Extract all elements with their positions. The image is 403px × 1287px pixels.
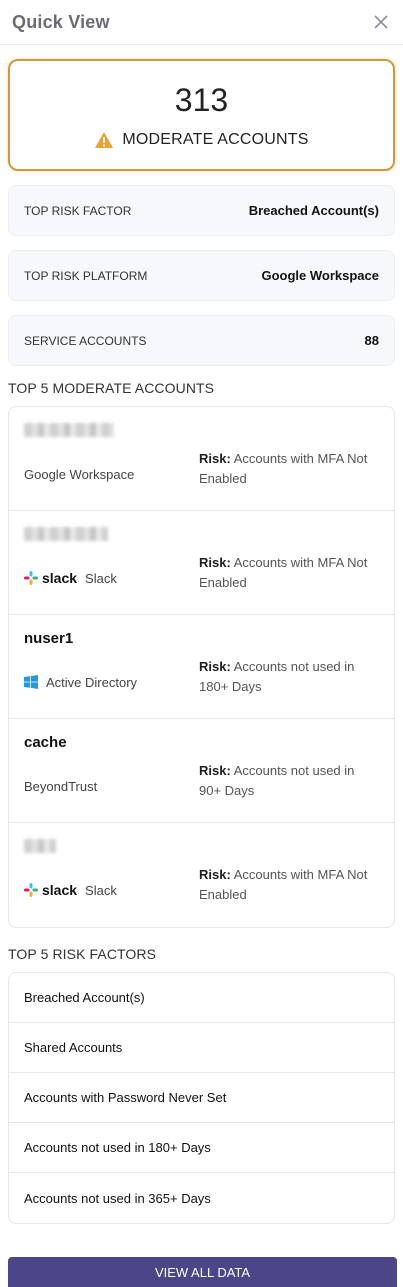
stat-value: Google Workspace xyxy=(261,268,379,283)
account-name: cache xyxy=(24,733,67,751)
list-item[interactable]: slack Slack Risk: Accounts with MFA Not … xyxy=(9,511,394,615)
slack-icon xyxy=(24,571,38,585)
top-factors-title: TOP 5 RISK FACTORS xyxy=(8,946,157,962)
slack-logo: slack xyxy=(24,570,77,586)
list-item[interactable]: Accounts with Password Never Set xyxy=(9,1073,394,1123)
top-accounts-title: TOP 5 MODERATE ACCOUNTS xyxy=(8,380,215,396)
view-all-data-button[interactable]: VIEW ALL DATA xyxy=(8,1257,397,1287)
list-item[interactable]: Shared Accounts xyxy=(9,1023,394,1073)
slack-icon xyxy=(24,883,38,897)
summary-card: 313 MODERATE ACCOUNTS xyxy=(8,59,395,171)
platform: slack Slack xyxy=(24,553,199,593)
stat-value: Breached Account(s) xyxy=(248,203,379,218)
platform: Active Directory xyxy=(24,657,199,697)
panel-title: Quick View xyxy=(12,11,110,32)
summary-label: MODERATE ACCOUNTS xyxy=(122,130,309,148)
list-item[interactable]: Accounts not used in 180+ Days xyxy=(9,1123,394,1173)
list-item[interactable]: slack Slack Risk: Accounts with MFA Not … xyxy=(9,823,394,927)
close-button[interactable] xyxy=(371,12,391,32)
slack-logo: slack xyxy=(24,882,77,898)
platform: BeyondTrust xyxy=(24,761,199,801)
slack-wordmark: slack xyxy=(42,882,78,898)
top-factors-list: Breached Account(s) Shared Accounts Acco… xyxy=(8,972,395,1224)
redacted-name xyxy=(24,527,108,541)
risk-text: Risk: Accounts not used in 90+ Days xyxy=(199,761,379,801)
list-item[interactable]: nuser1 Active Directory Risk: Accounts n… xyxy=(9,615,394,719)
redacted-name xyxy=(24,839,56,853)
slack-wordmark: slack xyxy=(42,570,78,586)
stat-top-risk-factor: TOP RISK FACTOR Breached Account(s) xyxy=(8,185,395,236)
risk-prefix: Risk: xyxy=(199,763,231,778)
stat-value: 88 xyxy=(364,333,379,348)
stat-label: TOP RISK FACTOR xyxy=(24,203,132,218)
risk-text: Risk: Accounts not used in 180+ Days xyxy=(199,657,379,697)
quick-view-header: Quick View xyxy=(0,0,403,45)
account-name xyxy=(24,419,379,441)
list-item[interactable]: cache BeyondTrust Risk: Accounts not use… xyxy=(9,719,394,823)
windows-icon xyxy=(24,675,38,689)
account-name xyxy=(24,523,379,545)
account-name xyxy=(24,835,379,857)
platform-label: Slack xyxy=(85,570,117,586)
risk-prefix: Risk: xyxy=(199,451,231,466)
stat-top-risk-platform: TOP RISK PLATFORM Google Workspace xyxy=(8,250,395,301)
account-name: nuser1 xyxy=(24,629,74,647)
risk-text: Risk: Accounts with MFA Not Enabled xyxy=(199,449,379,489)
risk-prefix: Risk: xyxy=(199,555,231,570)
stat-label: SERVICE ACCOUNTS xyxy=(24,333,147,348)
stat-label: TOP RISK PLATFORM xyxy=(24,268,148,283)
stat-service-accounts: SERVICE ACCOUNTS 88 xyxy=(8,315,395,366)
moderate-count: 313 xyxy=(174,81,229,118)
risk-prefix: Risk: xyxy=(199,867,231,882)
redacted-name xyxy=(24,423,114,437)
platform: slack Slack xyxy=(24,865,199,905)
platform-label: BeyondTrust xyxy=(24,778,98,794)
list-item[interactable]: Breached Account(s) xyxy=(9,973,394,1023)
platform-label: Google Workspace xyxy=(24,466,135,482)
platform-label: Active Directory xyxy=(46,674,138,690)
warning-icon xyxy=(95,131,114,148)
risk-text: Risk: Accounts with MFA Not Enabled xyxy=(199,553,379,593)
risk-text: Risk: Accounts with MFA Not Enabled xyxy=(199,865,379,905)
close-icon xyxy=(374,15,388,29)
platform: Google Workspace xyxy=(24,449,199,489)
panel-content: 313 MODERATE ACCOUNTS TOP RISK FACTOR Br… xyxy=(0,45,403,1224)
platform-label: Slack xyxy=(85,882,117,898)
risk-prefix: Risk: xyxy=(199,659,231,674)
list-item[interactable]: Google Workspace Risk: Accounts with MFA… xyxy=(9,407,394,511)
top-accounts-list: Google Workspace Risk: Accounts with MFA… xyxy=(8,406,395,928)
summary-label-row: MODERATE ACCOUNTS xyxy=(94,131,308,149)
list-item[interactable]: Accounts not used in 365+ Days xyxy=(9,1173,394,1223)
